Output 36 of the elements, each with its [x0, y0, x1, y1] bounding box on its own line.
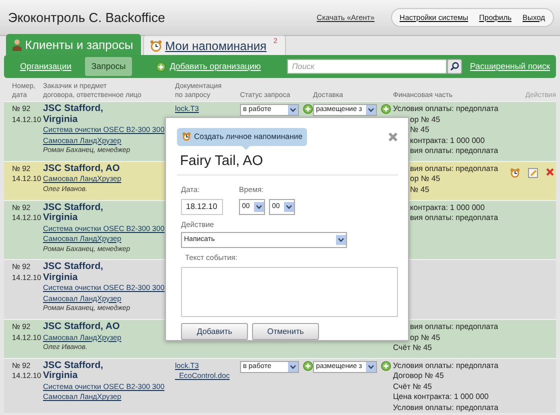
- app-title: Экоконтроль С. Backoffice: [8, 8, 166, 27]
- caret-icon: [290, 108, 296, 112]
- person-icon: [12, 38, 22, 50]
- search-button[interactable]: [446, 59, 462, 74]
- add-icon: [303, 360, 313, 371]
- alarm-clock-icon: [150, 40, 162, 52]
- event-text-area[interactable]: [181, 267, 398, 318]
- search-icon: [450, 62, 459, 71]
- alarm-clock-icon: [510, 168, 520, 178]
- search-field[interactable]: Поиск: [286, 59, 447, 74]
- caret-icon: [368, 108, 374, 112]
- add-icon: [381, 104, 391, 114]
- customer-name: JSC Stafford, Virginia: [43, 202, 104, 224]
- caret-icon: [290, 364, 296, 369]
- customer-name: JSC Stafford, AO: [43, 322, 121, 332]
- close-button[interactable]: [388, 132, 398, 142]
- customer-name: JSC Stafford, Virginia: [43, 360, 104, 382]
- caret-icon: [256, 204, 262, 209]
- caret-icon: [338, 238, 344, 242]
- close-icon: [388, 132, 398, 142]
- add-button[interactable]: Добавить: [181, 323, 248, 340]
- add-icon: [381, 360, 391, 371]
- customer-name: JSC Stafford, AO: [43, 164, 121, 174]
- caret-icon: [368, 364, 374, 369]
- add-icon: [303, 104, 313, 114]
- customer-name: JSC Stafford, Virginia: [43, 104, 104, 125]
- cancel-button[interactable]: Отменить: [252, 323, 319, 340]
- customer-name: JSC Stafford, Virginia: [43, 262, 104, 284]
- alarm-clock-icon: [182, 132, 191, 142]
- caret-icon: [286, 204, 292, 209]
- nav-link[interactable]: Запросы: [85, 57, 132, 76]
- date-field[interactable]: 18.12.10: [181, 198, 223, 215]
- dialog-title: Fairy Tail, AO: [177, 150, 398, 176]
- delete-icon: [546, 168, 554, 176]
- add-icon: [156, 62, 166, 72]
- edit-icon: [528, 168, 538, 178]
